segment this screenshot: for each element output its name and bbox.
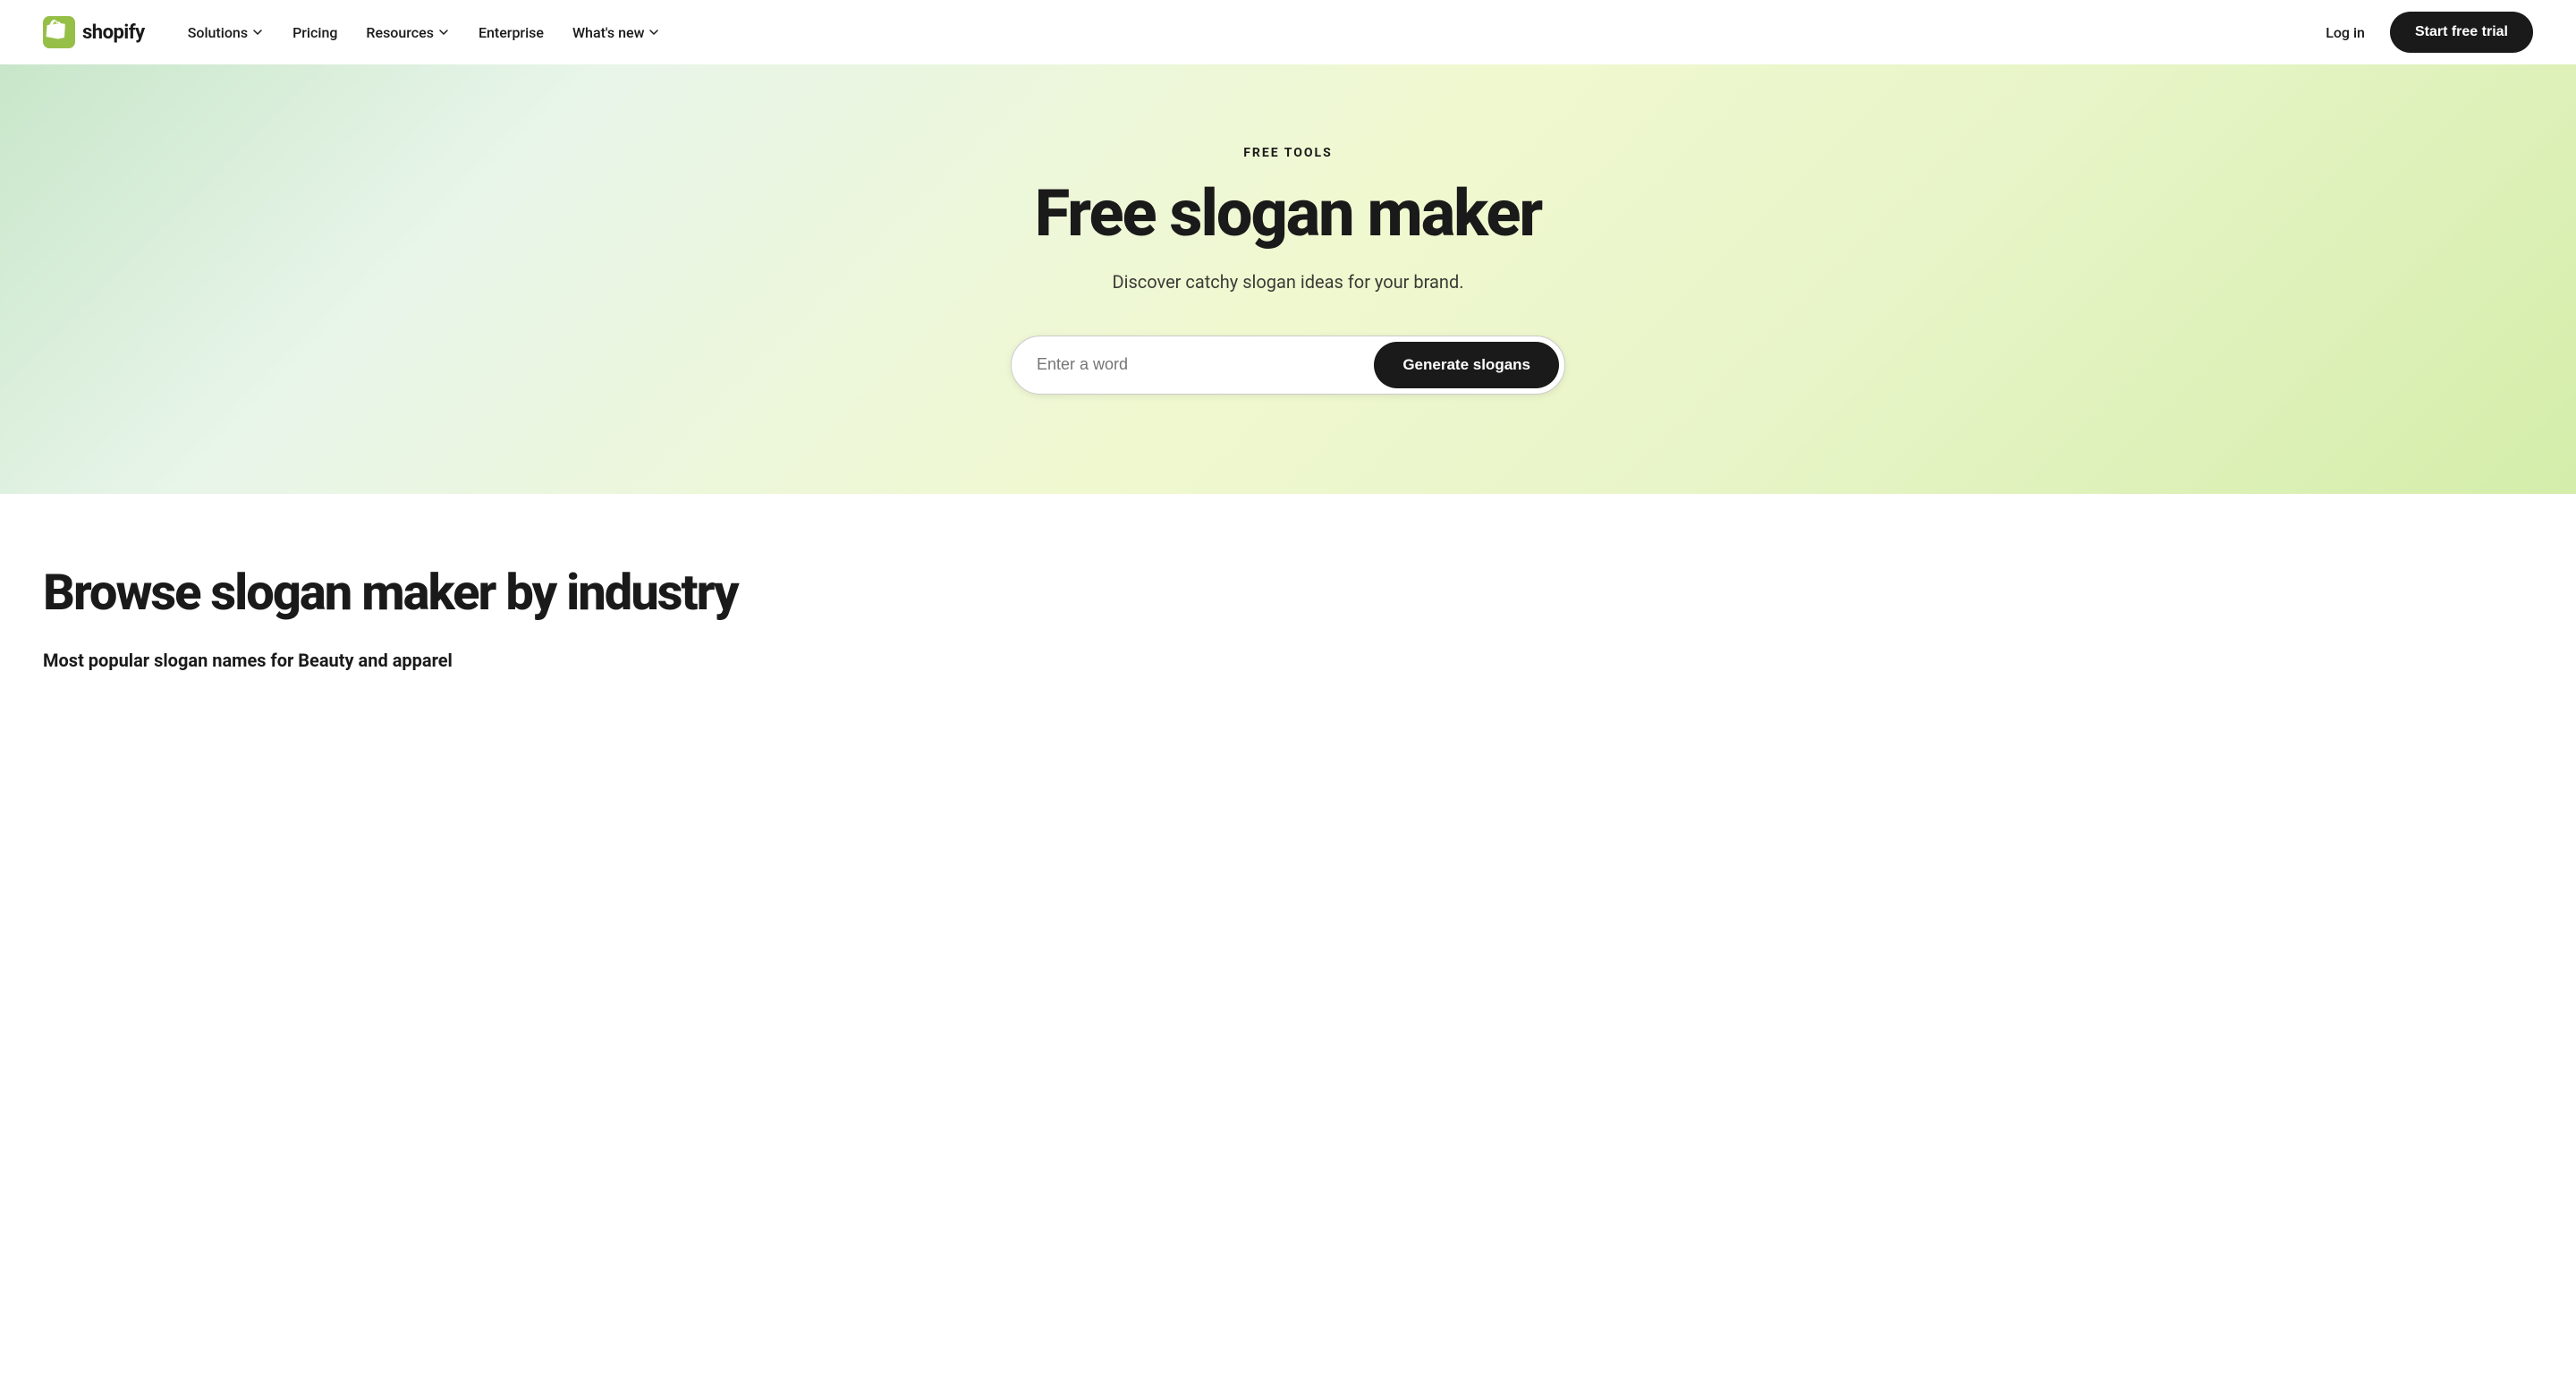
navbar-right: Log in Start free trial (2315, 12, 2533, 53)
logo-link[interactable]: shopify (43, 16, 145, 48)
hero-section: FREE TOOLS Free slogan maker Discover ca… (0, 64, 2576, 494)
nav-item-solutions[interactable]: Solutions (177, 17, 275, 48)
logo-text: shopify (82, 21, 145, 44)
nav-item-resources[interactable]: Resources (355, 17, 461, 48)
enterprise-label: Enterprise (479, 24, 544, 41)
resources-chevron-icon (437, 26, 450, 38)
browse-section: Browse slogan maker by industry Most pop… (0, 494, 2576, 725)
generate-slogans-button[interactable]: Generate slogans (1374, 342, 1559, 388)
shopify-logo-icon (43, 16, 75, 48)
nav-item-whats-new[interactable]: What's new (562, 17, 672, 48)
start-trial-button[interactable]: Start free trial (2390, 12, 2533, 53)
hero-eyebrow: FREE TOOLS (1243, 146, 1333, 160)
solutions-chevron-icon (251, 26, 264, 38)
login-link[interactable]: Log in (2315, 17, 2376, 48)
hero-subtitle: Discover catchy slogan ideas for your br… (1112, 271, 1463, 293)
solutions-label: Solutions (188, 24, 248, 41)
whats-new-label: What's new (572, 24, 645, 41)
nav-item-pricing[interactable]: Pricing (282, 17, 348, 48)
nav-item-enterprise[interactable]: Enterprise (468, 17, 555, 48)
nav-links: Solutions Pricing Resources Enterprise W… (177, 17, 672, 48)
whats-new-chevron-icon (648, 26, 660, 38)
slogan-search-input[interactable] (1037, 348, 1374, 381)
hero-title: Free slogan maker (1035, 178, 1541, 249)
browse-title: Browse slogan maker by industry (43, 565, 2533, 621)
resources-label: Resources (366, 24, 434, 41)
browse-subtitle: Most popular slogan names for Beauty and… (43, 650, 2533, 671)
slogan-search-container: Generate slogans (1011, 336, 1565, 395)
navbar: shopify Solutions Pricing Resources Ente… (0, 0, 2576, 64)
pricing-label: Pricing (292, 24, 337, 41)
navbar-left: shopify Solutions Pricing Resources Ente… (43, 16, 671, 48)
